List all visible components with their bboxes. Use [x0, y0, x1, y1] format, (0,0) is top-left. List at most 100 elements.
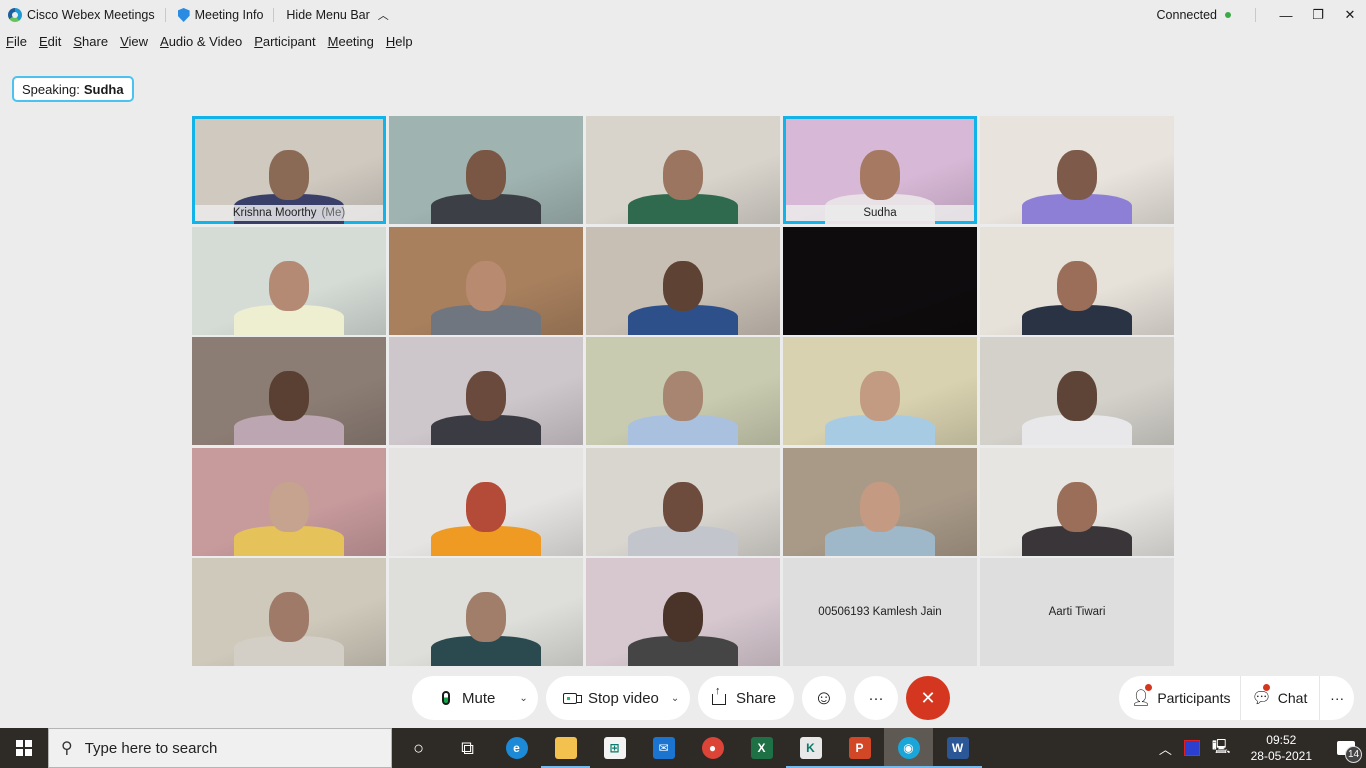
- taskbar-search-box[interactable]: ⚲ Type here to search: [48, 728, 392, 768]
- participant-video-tile[interactable]: [783, 337, 977, 445]
- hide-menu-bar-button[interactable]: Hide Menu Bar ︿: [274, 7, 398, 23]
- taskbar-app-file-k[interactable]: K: [786, 728, 835, 768]
- meeting-info-button[interactable]: Meeting Info: [166, 8, 274, 22]
- taskbar-app-microsoft-store[interactable]: ⊞: [590, 728, 639, 768]
- participant-video-tile[interactable]: [389, 226, 583, 335]
- ellipsis-icon: ···: [868, 689, 884, 707]
- leave-meeting-button[interactable]: ✕: [906, 676, 950, 720]
- participant-video-tile[interactable]: [389, 116, 583, 224]
- menu-label: hare: [82, 34, 109, 49]
- participant-video-tile[interactable]: [389, 558, 583, 666]
- menu-item-view[interactable]: View: [114, 34, 154, 56]
- menu-label: iew: [128, 34, 149, 49]
- connection-status: Connected: [1156, 8, 1217, 22]
- more-options-button[interactable]: ···: [854, 676, 898, 720]
- participant-video-tile[interactable]: [192, 337, 386, 445]
- clock-date: 28-05-2021: [1250, 749, 1312, 763]
- participant-video-tile[interactable]: [980, 116, 1174, 224]
- panel-more-button[interactable]: ···: [1320, 676, 1354, 720]
- participant-video-tile[interactable]: [192, 447, 386, 556]
- chevron-up-icon: ︿: [377, 10, 389, 22]
- participant-video-tile[interactable]: [586, 116, 780, 224]
- word-icon: W: [946, 737, 969, 759]
- participant-video-tile[interactable]: Sudha: [783, 116, 977, 224]
- taskbar-app-powerpoint[interactable]: P: [835, 728, 884, 768]
- participant-video-tile[interactable]: [980, 337, 1174, 445]
- taskbar-app-webex[interactable]: ◉: [884, 728, 933, 768]
- taskbar-app-mail[interactable]: ✉: [639, 728, 688, 768]
- chrome-icon: ●: [701, 737, 724, 759]
- taskbar-app-file-explorer[interactable]: [541, 728, 590, 768]
- menu-item-edit[interactable]: Edit: [33, 34, 67, 56]
- notification-count: 14: [1345, 746, 1362, 763]
- reactions-button[interactable]: ☺: [802, 676, 846, 720]
- chat-label: Chat: [1277, 690, 1308, 706]
- participant-name-label: Krishna Moorthy (Me): [195, 205, 383, 221]
- participant-video-tile[interactable]: [980, 226, 1174, 335]
- menu-item-share[interactable]: Share: [67, 34, 114, 56]
- participant-tile-no-video[interactable]: Aarti Tiwari: [980, 558, 1174, 666]
- participant-video-tile[interactable]: Krishna Moorthy (Me): [192, 116, 386, 224]
- participant-video-feed: [980, 337, 1174, 445]
- participant-video-tile[interactable]: [192, 558, 386, 666]
- taskbar-app-excel[interactable]: X: [737, 728, 786, 768]
- share-button[interactable]: Share: [698, 676, 794, 720]
- participant-video-tile[interactable]: [389, 447, 583, 556]
- participant-video-tile[interactable]: [980, 447, 1174, 556]
- participant-video-feed: [389, 448, 583, 556]
- taskbar-apps: ○ ⧉ e ⊞ ✉ ● X K P ◉ W: [394, 728, 982, 768]
- network-icon[interactable]: 🖳︎: [1206, 736, 1237, 760]
- participant-video-feed: [586, 448, 780, 556]
- menu-item-audio-video[interactable]: Audio & Video: [154, 34, 248, 56]
- taskbar-app-chrome[interactable]: ●: [688, 728, 737, 768]
- close-button[interactable]: ✕: [1334, 0, 1366, 30]
- participant-video-tile[interactable]: [389, 337, 583, 445]
- participant-tile-no-video[interactable]: 00506193 Kamlesh Jain: [783, 558, 977, 666]
- menu-item-participant[interactable]: Participant: [248, 34, 321, 56]
- mute-button[interactable]: Mute ⌄: [412, 676, 538, 720]
- participant-video-tile[interactable]: [586, 337, 780, 445]
- menu-item-meeting[interactable]: Meeting: [322, 34, 380, 56]
- taskbar-app-task-view[interactable]: ⧉: [443, 728, 492, 768]
- clock[interactable]: 09:52 28-05-2021: [1237, 732, 1326, 764]
- menu-mnemonic: F: [6, 34, 14, 49]
- show-hidden-icons-chevron-icon[interactable]: ︿: [1153, 739, 1178, 758]
- taskbar-app-edge[interactable]: e: [492, 728, 541, 768]
- start-button[interactable]: [0, 728, 48, 768]
- taskbar-app-word[interactable]: W: [933, 728, 982, 768]
- participant-video-feed: [192, 448, 386, 556]
- video-options-chevron-icon[interactable]: ⌄: [671, 693, 679, 704]
- taskbar-app-cortana[interactable]: ○: [394, 728, 443, 768]
- panel-controls: 👤︎ Participants 💬︎ Chat ···: [1119, 676, 1354, 720]
- emoji-reaction-icon: ☺: [813, 686, 835, 709]
- mute-options-chevron-icon[interactable]: ⌄: [519, 693, 527, 704]
- minimize-button[interactable]: —: [1270, 0, 1302, 30]
- action-center-button[interactable]: 14: [1326, 728, 1366, 768]
- menu-item-help[interactable]: Help: [380, 34, 419, 56]
- menu-label: ile: [13, 34, 27, 49]
- participant-video-tile[interactable]: [192, 226, 386, 335]
- participant-video-feed: [389, 558, 583, 666]
- tray-app-icon[interactable]: [1183, 740, 1200, 756]
- participant-video-feed: [980, 116, 1174, 224]
- windows-logo-icon: [16, 740, 32, 756]
- title-separator: [1255, 8, 1256, 22]
- participant-video-feed: [586, 116, 780, 224]
- menu-mnemonic: V: [120, 34, 129, 49]
- microsoft-store-icon: ⊞: [603, 737, 626, 759]
- mail-icon: ✉: [652, 737, 675, 759]
- participant-video-tile[interactable]: [586, 558, 780, 666]
- stop-video-button[interactable]: Stop video ⌄: [546, 676, 690, 720]
- clock-time: 09:52: [1266, 733, 1297, 747]
- chat-panel-button[interactable]: 💬︎ Chat: [1241, 676, 1319, 720]
- restore-button[interactable]: ❐: [1302, 0, 1334, 30]
- menu-label: dit: [47, 34, 62, 49]
- participant-video-tile[interactable]: [783, 226, 977, 335]
- participants-panel-button[interactable]: 👤︎ Participants: [1119, 676, 1240, 720]
- menu-item-file[interactable]: File: [0, 34, 33, 56]
- participant-video-tile[interactable]: [783, 447, 977, 556]
- share-icon: [712, 685, 726, 705]
- participant-video-tile[interactable]: [586, 226, 780, 335]
- participant-video-feed: [389, 116, 583, 224]
- participant-video-tile[interactable]: [586, 447, 780, 556]
